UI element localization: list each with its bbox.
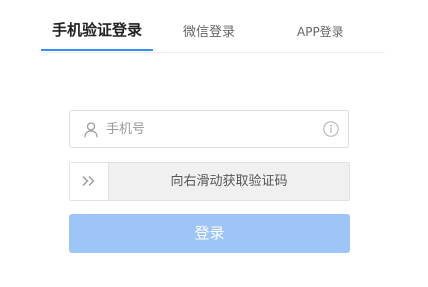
login-button[interactable]: 登录 bbox=[69, 214, 350, 253]
active-tab-indicator bbox=[41, 49, 153, 51]
login-tabs: 手机验证登录 微信登录 APP登录 bbox=[41, 0, 385, 53]
tab-wechat-login[interactable]: 微信登录 bbox=[183, 21, 235, 40]
login-panel: 手机验证登录 微信登录 APP登录 向右滑动获取验证码 bbox=[0, 0, 428, 287]
phone-input[interactable] bbox=[106, 111, 306, 147]
tab-phone-login[interactable]: 手机验证登录 bbox=[52, 19, 142, 40]
info-icon[interactable] bbox=[323, 121, 339, 137]
phone-field[interactable] bbox=[69, 110, 349, 148]
slider-handle[interactable] bbox=[70, 163, 109, 200]
user-icon bbox=[84, 122, 98, 138]
tab-app-login[interactable]: APP登录 bbox=[297, 23, 344, 40]
slide-verify-bar: 向右滑动获取验证码 bbox=[69, 162, 350, 201]
double-chevron-right-icon bbox=[82, 176, 95, 186]
slider-hint-text: 向右滑动获取验证码 bbox=[170, 174, 288, 189]
